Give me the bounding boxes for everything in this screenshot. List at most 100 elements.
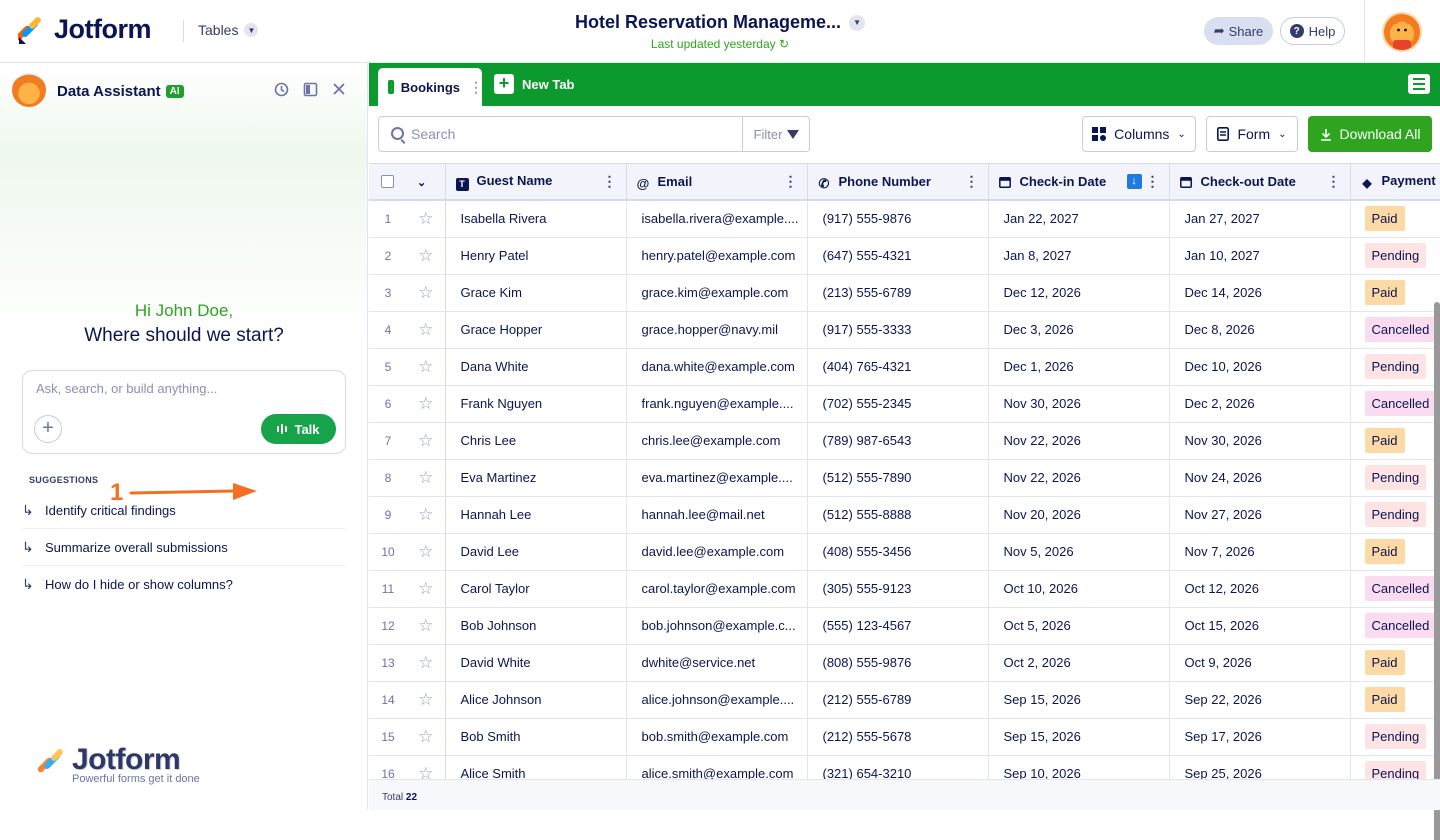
email-cell[interactable]: henry.patel@example.com bbox=[626, 237, 807, 274]
sort-desc-icon[interactable]: ↓ bbox=[1127, 174, 1142, 189]
check-out-cell[interactable]: Nov 24, 2026 bbox=[1169, 459, 1350, 496]
form-button[interactable]: Form ⌄ bbox=[1206, 116, 1298, 152]
phone-cell[interactable]: (404) 765-4321 bbox=[807, 348, 988, 385]
check-out-cell[interactable]: Sep 17, 2026 bbox=[1169, 718, 1350, 755]
star-icon[interactable]: ☆ bbox=[418, 542, 433, 561]
payment-status-cell[interactable]: Cancelled bbox=[1350, 607, 1440, 644]
guest-name-cell[interactable]: Henry Patel bbox=[445, 237, 626, 274]
check-out-cell[interactable]: Dec 14, 2026 bbox=[1169, 274, 1350, 311]
star-icon[interactable]: ☆ bbox=[418, 209, 433, 228]
document-title[interactable]: Hotel Reservation Manageme... ▼ bbox=[575, 12, 865, 33]
guest-name-cell[interactable]: Grace Kim bbox=[445, 274, 626, 311]
payment-status-cell[interactable]: Paid bbox=[1350, 200, 1440, 237]
guest-name-cell[interactable]: Isabella Rivera bbox=[445, 200, 626, 237]
guest-name-cell[interactable]: Hannah Lee bbox=[445, 496, 626, 533]
phone-cell[interactable]: (512) 555-8888 bbox=[807, 496, 988, 533]
header-menu[interactable]: ⌄ bbox=[407, 164, 445, 200]
check-in-cell[interactable]: Nov 20, 2026 bbox=[988, 496, 1169, 533]
table-row[interactable]: 3☆Grace Kimgrace.kim@example.com(213) 55… bbox=[369, 274, 1440, 311]
select-all-checkbox[interactable] bbox=[381, 175, 394, 188]
phone-cell[interactable]: (702) 555-2345 bbox=[807, 385, 988, 422]
star-icon[interactable]: ☆ bbox=[418, 320, 433, 339]
table-row[interactable]: 9☆Hannah Leehannah.lee@mail.net(512) 555… bbox=[369, 496, 1440, 533]
column-menu-icon[interactable]: ⋮ bbox=[603, 174, 616, 188]
phone-cell[interactable]: (917) 555-3333 bbox=[807, 311, 988, 348]
check-out-cell[interactable]: Nov 30, 2026 bbox=[1169, 422, 1350, 459]
table-row[interactable]: 10☆David Leedavid.lee@example.com(408) 5… bbox=[369, 533, 1440, 570]
check-in-cell[interactable]: Dec 12, 2026 bbox=[988, 274, 1169, 311]
check-out-cell[interactable]: Jan 10, 2027 bbox=[1169, 237, 1350, 274]
phone-cell[interactable]: (212) 555-6789 bbox=[807, 681, 988, 718]
check-in-cell[interactable]: Nov 30, 2026 bbox=[988, 385, 1169, 422]
payment-status-cell[interactable]: Pending bbox=[1350, 237, 1440, 274]
payment-status-cell[interactable]: Pending bbox=[1350, 459, 1440, 496]
phone-cell[interactable]: (212) 555-5678 bbox=[807, 718, 988, 755]
guest-name-cell[interactable]: Eva Martinez bbox=[445, 459, 626, 496]
payment-status-cell[interactable]: Paid bbox=[1350, 681, 1440, 718]
payment-status-cell[interactable]: Paid bbox=[1350, 644, 1440, 681]
column-header-guest-name[interactable]: TGuest Name ⋮ bbox=[445, 164, 626, 200]
check-out-cell[interactable]: Dec 2, 2026 bbox=[1169, 385, 1350, 422]
check-in-cell[interactable]: Jan 8, 2027 bbox=[988, 237, 1169, 274]
check-out-cell[interactable]: Nov 7, 2026 bbox=[1169, 533, 1350, 570]
check-in-cell[interactable]: Jan 22, 2027 bbox=[988, 200, 1169, 237]
suggestion-item[interactable]: ↳ Summarize overall submissions bbox=[22, 529, 346, 566]
check-out-cell[interactable]: Oct 15, 2026 bbox=[1169, 607, 1350, 644]
guest-name-cell[interactable]: Frank Nguyen bbox=[445, 385, 626, 422]
star-icon[interactable]: ☆ bbox=[418, 653, 433, 672]
payment-status-cell[interactable]: Cancelled bbox=[1350, 311, 1440, 348]
star-icon[interactable]: ☆ bbox=[418, 357, 433, 376]
column-header-email[interactable]: @Email ⋮ bbox=[626, 164, 807, 200]
star-icon[interactable]: ☆ bbox=[418, 579, 433, 598]
check-in-cell[interactable]: Oct 2, 2026 bbox=[988, 644, 1169, 681]
payment-status-cell[interactable]: Paid bbox=[1350, 422, 1440, 459]
phone-cell[interactable]: (305) 555-9123 bbox=[807, 570, 988, 607]
check-in-cell[interactable]: Sep 15, 2026 bbox=[988, 718, 1169, 755]
email-cell[interactable]: chris.lee@example.com bbox=[626, 422, 807, 459]
phone-cell[interactable]: (512) 555-7890 bbox=[807, 459, 988, 496]
email-cell[interactable]: david.lee@example.com bbox=[626, 533, 807, 570]
table-row[interactable]: 15☆Bob Smithbob.smith@example.com(212) 5… bbox=[369, 718, 1440, 755]
history-icon[interactable] bbox=[273, 82, 289, 98]
column-header-check-in[interactable]: Check-in Date ↓ ⋮ bbox=[988, 164, 1169, 200]
guest-name-cell[interactable]: Dana White bbox=[445, 348, 626, 385]
suggestion-item[interactable]: ↳ Identify critical findings bbox=[22, 492, 346, 529]
email-cell[interactable]: dana.white@example.com bbox=[626, 348, 807, 385]
star-icon[interactable]: ☆ bbox=[418, 394, 433, 413]
email-cell[interactable]: carol.taylor@example.com bbox=[626, 570, 807, 607]
check-in-cell[interactable]: Oct 5, 2026 bbox=[988, 607, 1169, 644]
column-menu-icon[interactable]: ⋮ bbox=[1327, 174, 1340, 188]
payment-status-cell[interactable]: Pending bbox=[1350, 496, 1440, 533]
payment-status-cell[interactable]: Pending bbox=[1350, 348, 1440, 385]
payment-status-cell[interactable]: Paid bbox=[1350, 274, 1440, 311]
table-row[interactable]: 11☆Carol Taylorcarol.taylor@example.com(… bbox=[369, 570, 1440, 607]
star-icon[interactable]: ☆ bbox=[418, 505, 433, 524]
check-in-cell[interactable]: Nov 22, 2026 bbox=[988, 422, 1169, 459]
guest-name-cell[interactable]: David Lee bbox=[445, 533, 626, 570]
phone-cell[interactable]: (808) 555-9876 bbox=[807, 644, 988, 681]
user-avatar[interactable] bbox=[1382, 12, 1422, 52]
check-out-cell[interactable]: Sep 22, 2026 bbox=[1169, 681, 1350, 718]
email-cell[interactable]: frank.nguyen@example.... bbox=[626, 385, 807, 422]
check-in-cell[interactable]: Oct 10, 2026 bbox=[988, 570, 1169, 607]
phone-cell[interactable]: (789) 987-6543 bbox=[807, 422, 988, 459]
guest-name-cell[interactable]: Alice Johnson bbox=[445, 681, 626, 718]
star-icon[interactable]: ☆ bbox=[418, 727, 433, 746]
panel-toggle-icon[interactable] bbox=[302, 82, 318, 98]
guest-name-cell[interactable]: Bob Smith bbox=[445, 718, 626, 755]
star-icon[interactable]: ☆ bbox=[418, 616, 433, 635]
check-out-cell[interactable]: Dec 8, 2026 bbox=[1169, 311, 1350, 348]
star-icon[interactable]: ☆ bbox=[418, 246, 433, 265]
column-menu-icon[interactable]: ⋮ bbox=[1146, 174, 1159, 188]
tab-menu-icon[interactable]: ⋮ bbox=[469, 79, 482, 96]
check-in-cell[interactable]: Nov 5, 2026 bbox=[988, 533, 1169, 570]
star-icon[interactable]: ☆ bbox=[418, 283, 433, 302]
phone-cell[interactable]: (213) 555-6789 bbox=[807, 274, 988, 311]
ask-input[interactable] bbox=[36, 381, 326, 396]
table-row[interactable]: 7☆Chris Leechris.lee@example.com(789) 98… bbox=[369, 422, 1440, 459]
table-row[interactable]: 4☆Grace Hoppergrace.hopper@navy.mil(917)… bbox=[369, 311, 1440, 348]
payment-status-cell[interactable]: Paid bbox=[1350, 533, 1440, 570]
vertical-scrollbar[interactable] bbox=[1434, 302, 1440, 840]
check-out-cell[interactable]: Nov 27, 2026 bbox=[1169, 496, 1350, 533]
email-cell[interactable]: dwhite@service.net bbox=[626, 644, 807, 681]
